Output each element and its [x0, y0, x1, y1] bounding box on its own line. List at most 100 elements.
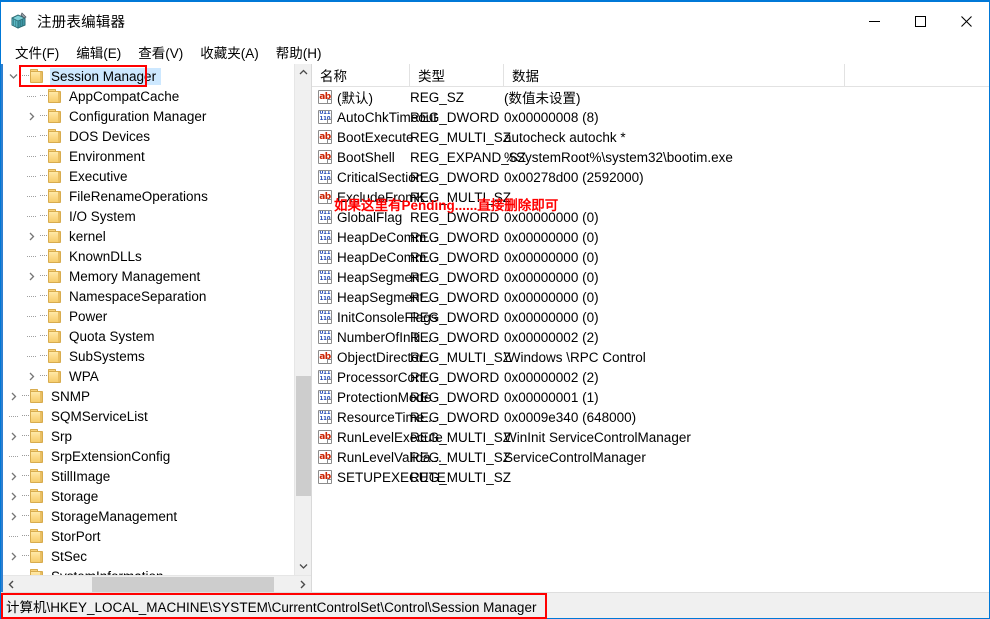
value-name-cell: 011110HeapDeComm... — [312, 230, 410, 245]
tree-item-label: Power — [69, 309, 111, 324]
minimize-button[interactable] — [851, 2, 897, 40]
tree-item[interactable]: FileRenameOperations — [3, 186, 311, 206]
tree-hscroll-track[interactable] — [20, 576, 294, 593]
tree-item[interactable]: NamespaceSeparation — [3, 286, 311, 306]
menu-item-help[interactable]: 帮助(H) — [268, 40, 331, 64]
chevron-right-icon[interactable] — [5, 426, 21, 446]
value-row[interactable]: abSETUPEXECUTEREG_MULTI_SZ — [312, 467, 989, 487]
chevron-right-icon[interactable] — [5, 386, 21, 406]
tree-item[interactable]: WPA — [3, 366, 311, 386]
chevron-right-icon[interactable] — [23, 226, 39, 246]
tree-item[interactable]: Srp — [3, 426, 311, 446]
menu-item-file[interactable]: 文件(F) — [7, 40, 68, 64]
tree-item[interactable]: Environment — [3, 146, 311, 166]
tree-item[interactable]: StSec — [3, 546, 311, 566]
tree-vertical-scrollbar[interactable] — [294, 64, 311, 575]
value-type: REG_SZ — [410, 90, 504, 105]
tree-item[interactable]: Configuration Manager — [3, 106, 311, 126]
tree-item-label: StillImage — [51, 469, 114, 484]
tree-item[interactable]: SQMServiceList — [3, 406, 311, 426]
value-row[interactable]: abRunLevelExecuteREG_MULTI_SZWinInit Ser… — [312, 427, 989, 447]
value-row[interactable]: ab(默认)REG_SZ(数值未设置) — [312, 87, 989, 107]
tree-item-label: DOS Devices — [69, 129, 154, 144]
scroll-down-icon[interactable] — [295, 558, 312, 575]
column-header-data[interactable]: 数据 — [504, 64, 845, 87]
folder-icon — [30, 509, 46, 523]
tree-item[interactable]: Quota System — [3, 326, 311, 346]
tree-item[interactable]: Executive — [3, 166, 311, 186]
value-row[interactable]: 011110ProtectionModeREG_DWORD0x00000001 … — [312, 387, 989, 407]
value-name-cell: 011110NumberOfIniti... — [312, 330, 410, 345]
chevron-right-icon[interactable] — [23, 266, 39, 286]
value-row[interactable]: 011110ProcessorCont...REG_DWORD0x0000000… — [312, 367, 989, 387]
value-data: %SystemRoot%\system32\bootim.exe — [504, 150, 989, 165]
tree-item[interactable]: SystemInformation — [3, 566, 311, 575]
tree-connector — [23, 326, 39, 346]
tree-scroll-track[interactable] — [295, 81, 312, 558]
folder-icon — [48, 369, 64, 383]
scroll-left-icon[interactable] — [3, 576, 20, 593]
value-row[interactable]: 011110ResourceTime...REG_DWORD0x0009e340… — [312, 407, 989, 427]
tree-item[interactable]: StorPort — [3, 526, 311, 546]
column-header-type[interactable]: 类型 — [410, 64, 504, 87]
scroll-right-icon[interactable] — [294, 576, 311, 593]
tree-horizontal-scrollbar[interactable] — [3, 575, 311, 592]
string-value-icon: ab — [318, 450, 332, 464]
tree-scroll-thumb[interactable] — [296, 376, 311, 496]
menu-item-favorites[interactable]: 收藏夹(A) — [192, 40, 268, 64]
scroll-up-icon[interactable] — [295, 64, 312, 81]
tree-item[interactable]: Storage — [3, 486, 311, 506]
chevron-right-icon[interactable] — [5, 506, 21, 526]
close-button[interactable] — [943, 2, 989, 40]
value-row[interactable]: 011110HeapDeComm...REG_DWORD0x00000000 (… — [312, 247, 989, 267]
menu-item-edit[interactable]: 编辑(E) — [68, 40, 130, 64]
value-data: autocheck autochk * — [504, 130, 989, 145]
registry-tree: Session ManagerAppCompatCacheConfigurati… — [3, 64, 311, 575]
tree-item-label: Memory Management — [69, 269, 204, 284]
value-row[interactable]: abBootExecuteREG_MULTI_SZautocheck autoc… — [312, 127, 989, 147]
value-type: REG_MULTI_SZ — [410, 450, 504, 465]
tree-item[interactable]: SubSystems — [3, 346, 311, 366]
tree-connector-dots — [21, 546, 30, 566]
value-row[interactable]: 011110HeapSegment...REG_DWORD0x00000000 … — [312, 287, 989, 307]
tree-hscroll-thumb[interactable] — [92, 577, 274, 592]
tree-item[interactable]: Memory Management — [3, 266, 311, 286]
tree-item[interactable]: KnownDLLs — [3, 246, 311, 266]
tree-item[interactable]: StorageManagement — [3, 506, 311, 526]
tree-item[interactable]: SNMP — [3, 386, 311, 406]
tree-item[interactable]: I/O System — [3, 206, 311, 226]
tree-connector-dots — [21, 466, 30, 486]
binary-value-icon: 011110 — [318, 210, 332, 224]
value-type: REG_DWORD — [410, 170, 504, 185]
value-row[interactable]: 011110HeapSegment...REG_DWORD0x00000000 … — [312, 267, 989, 287]
tree-connector — [5, 446, 21, 466]
folder-icon — [30, 69, 46, 83]
tree-item[interactable]: SrpExtensionConfig — [3, 446, 311, 466]
menu-item-view[interactable]: 查看(V) — [130, 40, 192, 64]
tree-item[interactable]: kernel — [3, 226, 311, 246]
tree-item[interactable]: DOS Devices — [3, 126, 311, 146]
value-row[interactable]: abBootShellREG_EXPAND_SZ%SystemRoot%\sys… — [312, 147, 989, 167]
value-row[interactable]: 011110NumberOfIniti...REG_DWORD0x0000000… — [312, 327, 989, 347]
value-row[interactable]: 011110CriticalSection...REG_DWORD0x00278… — [312, 167, 989, 187]
value-name: (默认) — [337, 87, 373, 107]
chevron-right-icon[interactable] — [23, 366, 39, 386]
chevron-down-icon[interactable] — [5, 66, 21, 86]
maximize-button[interactable] — [897, 2, 943, 40]
value-row[interactable]: abRunLevelValida...REG_MULTI_SZServiceCo… — [312, 447, 989, 467]
column-header-name[interactable]: 名称 — [312, 64, 410, 87]
value-row[interactable]: 011110HeapDeComm...REG_DWORD0x00000000 (… — [312, 227, 989, 247]
value-row[interactable]: abObjectDirector...REG_MULTI_SZ\Windows … — [312, 347, 989, 367]
chevron-right-icon[interactable] — [5, 466, 21, 486]
chevron-right-icon[interactable] — [5, 546, 21, 566]
tree-item[interactable]: Power — [3, 306, 311, 326]
chevron-right-icon[interactable] — [5, 486, 21, 506]
tree-item[interactable]: StillImage — [3, 466, 311, 486]
tree-connector — [23, 346, 39, 366]
menu-bar: 文件(F) 编辑(E) 查看(V) 收藏夹(A) 帮助(H) — [1, 40, 989, 64]
value-row[interactable]: 011110InitConsoleFlagsREG_DWORD0x0000000… — [312, 307, 989, 327]
tree-item[interactable]: AppCompatCache — [3, 86, 311, 106]
tree-item[interactable]: Session Manager — [3, 66, 311, 86]
chevron-right-icon[interactable] — [23, 106, 39, 126]
value-row[interactable]: 011110AutoChkTimeoutREG_DWORD0x00000008 … — [312, 107, 989, 127]
